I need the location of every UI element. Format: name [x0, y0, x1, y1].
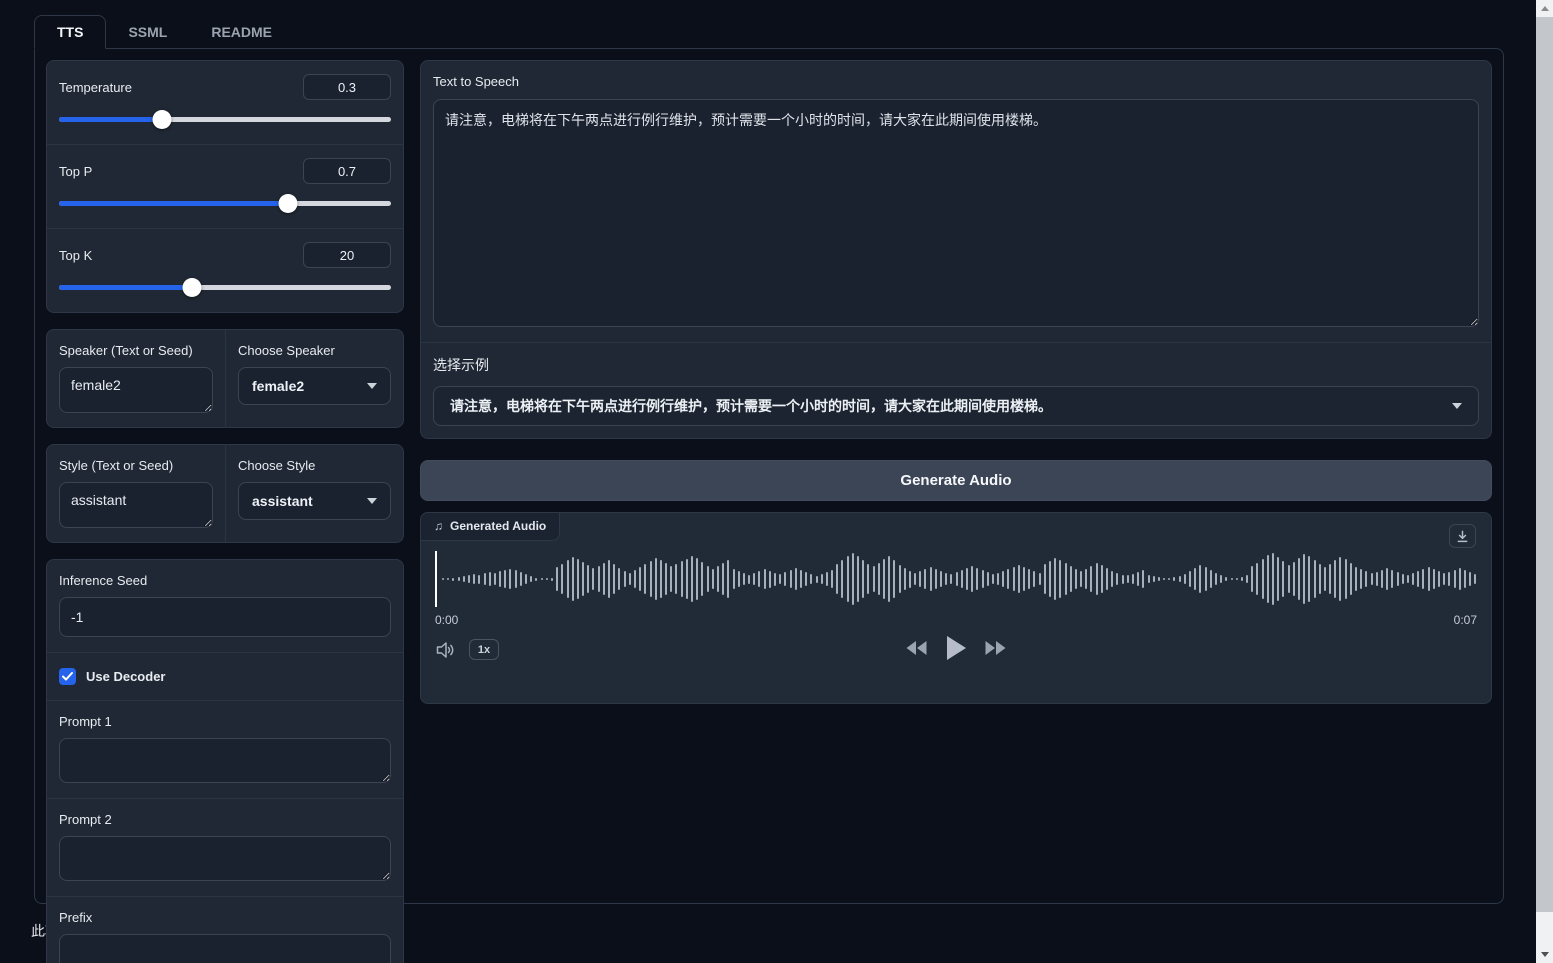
app: TTS SSML README Temperature — [0, 0, 1536, 941]
download-audio-button[interactable] — [1449, 524, 1476, 548]
generate-audio-button[interactable]: Generate Audio — [420, 460, 1492, 501]
inference-seed-input[interactable] — [59, 597, 391, 637]
rewind-button[interactable] — [905, 639, 928, 657]
chevron-down-icon — [367, 498, 377, 504]
top-p-value-input[interactable] — [303, 158, 391, 184]
fast-forward-button[interactable] — [984, 639, 1007, 657]
settings-column: Temperature Top P — [46, 60, 404, 892]
scrollbar-down-arrow[interactable] — [1536, 946, 1553, 963]
tts-text-input[interactable]: 请注意，电梯将在下午两点进行例行维护，预计需要一个小时的时间，请大家在此期间使用… — [433, 99, 1479, 327]
chevron-down-icon — [1452, 403, 1462, 409]
audio-controls: 1x — [435, 635, 1477, 671]
chevron-down-icon — [367, 383, 377, 389]
text-to-speech-panel: Text to Speech 请注意，电梯将在下午两点进行例行维护，预计需要一个… — [420, 60, 1492, 439]
choose-speaker-dropdown[interactable]: female2 — [238, 367, 391, 405]
duration: 0:07 — [1454, 613, 1477, 627]
choose-speaker-group: Choose Speaker female2 — [225, 330, 403, 427]
scrollbar-up-arrow[interactable] — [1536, 0, 1553, 17]
style-panel: Style (Text or Seed) assistant Choose St… — [46, 444, 404, 543]
style-input[interactable]: assistant — [59, 482, 213, 528]
top-p-row: Top P — [47, 144, 403, 228]
play-button[interactable] — [945, 635, 967, 661]
text-to-speech-label: Text to Speech — [421, 61, 1491, 99]
scrollbar-thumb[interactable] — [1536, 17, 1553, 912]
example-section: 选择示例 请注意，电梯将在下午两点进行例行维护，预计需要一个小时的时间，请大家在… — [421, 342, 1491, 438]
prompt1-row: Prompt 1 — [47, 700, 403, 798]
choose-style-value: assistant — [252, 493, 313, 509]
choose-speaker-label: Choose Speaker — [238, 343, 391, 358]
inference-seed-label: Inference Seed — [59, 573, 391, 588]
check-icon — [62, 672, 73, 681]
tab-tts[interactable]: TTS — [34, 15, 106, 49]
speaker-input[interactable]: female2 — [59, 367, 213, 413]
tab-readme[interactable]: README — [189, 16, 294, 48]
time-row: 0:00 0:07 — [435, 613, 1477, 627]
temperature-label: Temperature — [59, 80, 132, 95]
waveform[interactable] — [442, 548, 1477, 610]
playback-cursor[interactable] — [435, 551, 437, 607]
speaker-text-group: Speaker (Text or Seed) female2 — [47, 330, 225, 427]
top-k-value-input[interactable] — [303, 242, 391, 268]
use-decoder-label: Use Decoder — [86, 669, 165, 684]
example-dropdown[interactable]: 请注意，电梯将在下午两点进行例行维护，预计需要一个小时的时间，请大家在此期间使用… — [433, 386, 1479, 426]
prefix-label: Prefix — [59, 910, 391, 925]
top-k-slider-handle[interactable] — [182, 278, 201, 297]
temperature-row: Temperature — [47, 61, 403, 144]
music-note-icon: ♫ — [434, 519, 443, 533]
prompt1-input[interactable] — [59, 738, 391, 783]
tab-content: Temperature Top P — [34, 48, 1504, 904]
use-decoder-row: Use Decoder — [47, 652, 403, 700]
top-p-label: Top P — [59, 164, 92, 179]
choose-speaker-value: female2 — [252, 378, 304, 394]
inference-seed-row: Inference Seed — [47, 560, 403, 652]
tab-ssml[interactable]: SSML — [106, 16, 189, 48]
generated-audio-tab: ♫ Generated Audio — [420, 512, 560, 541]
sampling-panel: Temperature Top P — [46, 60, 404, 313]
current-time: 0:00 — [435, 613, 458, 627]
temperature-slider[interactable] — [59, 110, 391, 128]
temperature-value-input[interactable] — [303, 74, 391, 100]
style-text-group: Style (Text or Seed) assistant — [47, 445, 225, 542]
tab-bar: TTS SSML README — [0, 0, 1536, 48]
style-label: Style (Text or Seed) — [59, 458, 213, 473]
top-k-row: Top K — [47, 228, 403, 312]
generated-audio-title: Generated Audio — [450, 519, 546, 533]
page-scrollbar[interactable] — [1536, 0, 1553, 963]
prompt2-input[interactable] — [59, 836, 391, 881]
fast-forward-icon — [984, 639, 1007, 657]
download-icon — [1456, 530, 1469, 543]
use-decoder-checkbox[interactable] — [59, 668, 76, 685]
prefix-row: Prefix — [47, 896, 403, 963]
main-column: Text to Speech 请注意，电梯将在下午两点进行例行维护，预计需要一个… — [420, 60, 1492, 892]
temperature-slider-handle[interactable] — [152, 110, 171, 129]
play-icon — [945, 635, 967, 661]
choose-style-label: Choose Style — [238, 458, 391, 473]
top-k-label: Top K — [59, 248, 92, 263]
speaker-label: Speaker (Text or Seed) — [59, 343, 213, 358]
prompt2-row: Prompt 2 — [47, 798, 403, 896]
example-dropdown-value: 请注意，电梯将在下午两点进行例行维护，预计需要一个小时的时间，请大家在此期间使用… — [450, 396, 1052, 416]
example-label: 选择示例 — [433, 357, 489, 373]
top-p-slider-handle[interactable] — [279, 194, 298, 213]
choose-style-group: Choose Style assistant — [225, 445, 403, 542]
generated-audio-panel: ♫ Generated Audio 0:00 0:07 — [420, 512, 1492, 704]
choose-style-dropdown[interactable]: assistant — [238, 482, 391, 520]
advanced-panel: Inference Seed Use Decoder Prompt 1 Prom… — [46, 559, 404, 963]
top-p-slider[interactable] — [59, 194, 391, 212]
prefix-input[interactable] — [59, 934, 391, 963]
rewind-icon — [905, 639, 928, 657]
waveform-container — [435, 548, 1477, 610]
speaker-panel: Speaker (Text or Seed) female2 Choose Sp… — [46, 329, 404, 428]
prompt2-label: Prompt 2 — [59, 812, 391, 827]
prompt1-label: Prompt 1 — [59, 714, 391, 729]
top-k-slider[interactable] — [59, 278, 391, 296]
